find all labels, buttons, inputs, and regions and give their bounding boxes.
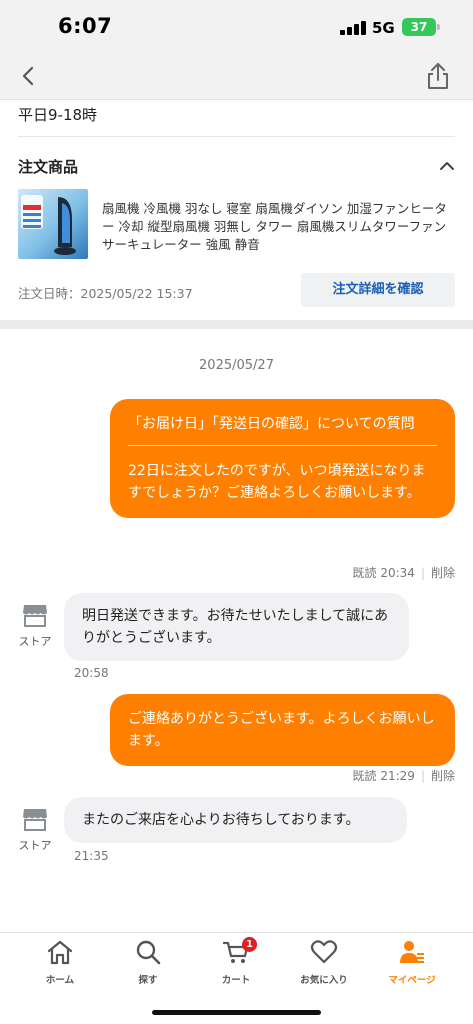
message-time: 20:58 bbox=[74, 666, 109, 680]
outgoing-message[interactable]: 「お届け日」「発送日の確認」についての質問 22日に注文したのですが、いつ頃発送… bbox=[110, 399, 455, 518]
read-status: 既読 20:34 bbox=[352, 566, 415, 580]
nav-home[interactable]: ホーム bbox=[20, 939, 100, 986]
tower-fan-icon bbox=[21, 195, 76, 255]
nav-label: 探す bbox=[138, 975, 158, 986]
back-button[interactable] bbox=[14, 62, 42, 90]
divider bbox=[18, 136, 455, 137]
status-time: 6:07 bbox=[58, 14, 113, 38]
order-date: 注文日時：2025/05/22 15:37 bbox=[18, 286, 193, 301]
status-bar: 6:07 5G 37 bbox=[0, 0, 473, 52]
outgoing-message[interactable]: ご連絡ありがとうございます。よろしくお願いします。 bbox=[110, 694, 455, 766]
store-icon bbox=[23, 605, 47, 627]
message-heading: 「お届け日」「発送日の確認」についての質問 bbox=[128, 413, 437, 446]
store-avatar[interactable]: ストア bbox=[12, 807, 58, 853]
message-meta: 既読 21:29 | 削除 bbox=[352, 769, 455, 783]
business-hours: 平日9-18時 bbox=[18, 106, 98, 124]
nav-cart[interactable]: 1 カート bbox=[196, 937, 276, 986]
product-image[interactable] bbox=[18, 189, 88, 259]
cart-badge: 1 bbox=[242, 937, 257, 952]
store-icon bbox=[23, 809, 47, 831]
nav-label: カート bbox=[221, 975, 251, 986]
store-label: ストア bbox=[18, 839, 52, 852]
nav-label: ホーム bbox=[45, 975, 75, 986]
order-detail-button[interactable]: 注文詳細を確認 bbox=[301, 273, 455, 307]
nav-label: マイページ bbox=[388, 975, 436, 986]
read-status: 既読 21:29 bbox=[352, 769, 415, 783]
message-meta: 既読 20:34 | 削除 bbox=[352, 566, 455, 580]
message-time: 21:35 bbox=[74, 849, 109, 863]
date-separator: 2025/05/27 bbox=[199, 358, 274, 373]
chevron-up-icon bbox=[440, 162, 454, 170]
delete-link[interactable]: 削除 bbox=[431, 566, 455, 580]
nav-mypage[interactable]: マイページ bbox=[372, 939, 452, 986]
search-icon bbox=[136, 940, 161, 965]
battery-tip bbox=[437, 24, 440, 30]
incoming-message[interactable]: 明日発送できます。お待たせいたしまして誠にありがとうございます。 bbox=[64, 593, 409, 661]
section-title: 注文商品 bbox=[18, 158, 79, 176]
share-icon bbox=[428, 63, 448, 89]
header bbox=[0, 52, 473, 100]
product-name[interactable]: 扇風機 冷風機 羽なし 寝室 扇風機ダイソン 加湿ファンヒーター 冷却 縦型扇風… bbox=[102, 200, 458, 254]
nav-favorites[interactable]: お気に入り bbox=[284, 939, 364, 986]
message-body: ご連絡ありがとうございます。よろしくお願いします。 bbox=[128, 711, 435, 749]
incoming-message[interactable]: またのご来店を心よりお待ちしております。 bbox=[64, 797, 407, 843]
home-indicator bbox=[152, 1010, 321, 1015]
user-icon bbox=[400, 941, 424, 963]
nav-search[interactable]: 探す bbox=[108, 939, 188, 986]
chevron-left-icon bbox=[22, 66, 34, 86]
message-body: 明日発送できます。お待たせいたしまして誠にありがとうございます。 bbox=[82, 608, 389, 646]
nav-label: お気に入り bbox=[300, 975, 348, 986]
delete-link[interactable]: 削除 bbox=[431, 769, 455, 783]
store-avatar[interactable]: ストア bbox=[12, 603, 58, 649]
message-body: またのご来店を心よりお待ちしております。 bbox=[82, 812, 360, 828]
home-icon bbox=[47, 940, 73, 965]
heart-icon bbox=[310, 940, 338, 964]
message-body: 22日に注文したのですが、いつ頃発送になりますでしょうか？ご連絡よろしくお願いし… bbox=[128, 463, 426, 501]
section-gap bbox=[0, 320, 473, 329]
collapse-button[interactable] bbox=[439, 158, 455, 174]
network-label: 5G bbox=[372, 19, 395, 37]
store-label: ストア bbox=[18, 635, 52, 648]
signal-icon bbox=[340, 21, 366, 35]
battery-icon: 37 bbox=[402, 18, 436, 36]
share-button[interactable] bbox=[423, 60, 453, 92]
